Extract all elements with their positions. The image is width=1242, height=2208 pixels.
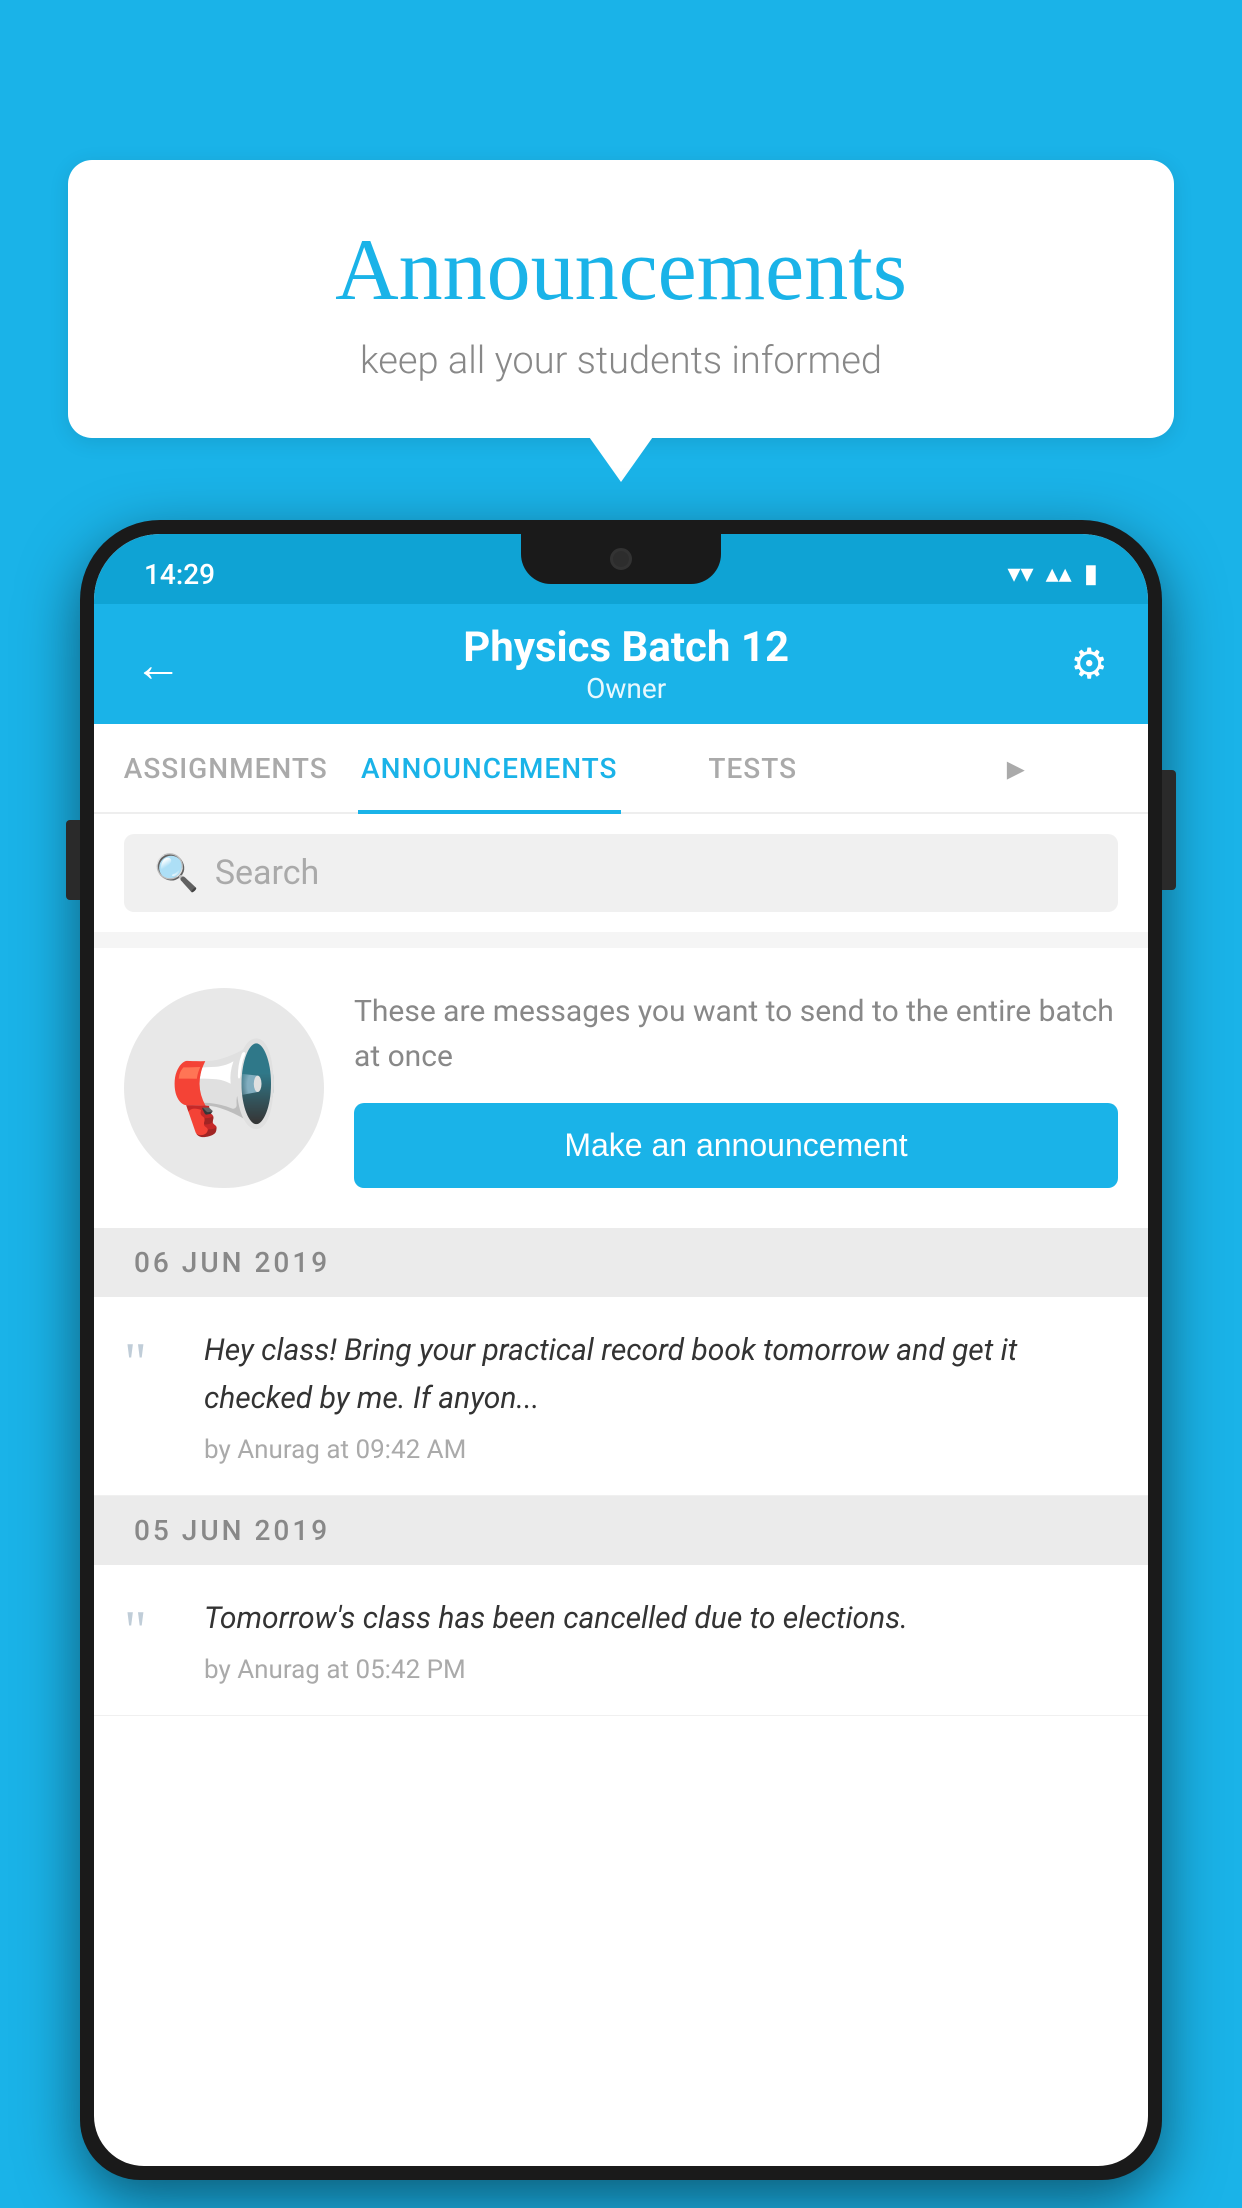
prompt-description: These are messages you want to send to t… (354, 989, 1118, 1079)
status-time: 14:29 (144, 558, 215, 591)
signal-icon: ▴▴ (1046, 559, 1072, 589)
wifi-icon: ▾▾ (1007, 559, 1033, 589)
app-bar-subtitle: Owner (463, 672, 789, 705)
announcement-text-1: Hey class! Bring your practical record b… (204, 1327, 1118, 1423)
search-container: 🔍 Search (94, 814, 1148, 932)
bubble-title: Announcements (148, 220, 1094, 321)
phone-wrapper: 14:29 ▾▾ ▴▴ ▮ ← Physics Batch 12 Owner ⚙ (80, 520, 1162, 2208)
notch-camera (610, 548, 632, 570)
battery-icon: ▮ (1084, 559, 1098, 589)
announcement-prompt: 📢 These are messages you want to send to… (94, 948, 1148, 1228)
status-icons: ▾▾ ▴▴ ▮ (1007, 559, 1098, 589)
tabs-container: ASSIGNMENTS ANNOUNCEMENTS TESTS ▸ (94, 724, 1148, 814)
search-bar[interactable]: 🔍 Search (124, 834, 1118, 912)
announcement-meta-2: by Anurag at 05:42 PM (204, 1655, 1118, 1685)
announcement-meta-1: by Anurag at 09:42 AM (204, 1435, 1118, 1465)
make-announcement-button[interactable]: Make an announcement (354, 1103, 1118, 1188)
megaphone-circle: 📢 (124, 988, 324, 1188)
date-divider-2: 05 JUN 2019 (94, 1496, 1148, 1565)
announcement-content-2: Tomorrow's class has been cancelled due … (204, 1595, 1118, 1685)
megaphone-icon: 📢 (168, 1036, 280, 1141)
back-button[interactable]: ← (134, 636, 182, 693)
announcement-content-1: Hey class! Bring your practical record b… (204, 1327, 1118, 1465)
quote-icon-2: " (124, 1603, 174, 1659)
tab-assignments[interactable]: ASSIGNMENTS (94, 724, 358, 812)
speech-bubble-area: Announcements keep all your students inf… (68, 160, 1174, 438)
app-bar-title: Physics Batch 12 (463, 623, 789, 672)
date-divider-1: 06 JUN 2019 (94, 1228, 1148, 1297)
tab-tests[interactable]: TESTS (621, 724, 885, 812)
tab-more[interactable]: ▸ (885, 724, 1149, 812)
phone-outer: 14:29 ▾▾ ▴▴ ▮ ← Physics Batch 12 Owner ⚙ (80, 520, 1162, 2180)
app-bar-center: Physics Batch 12 Owner (463, 623, 789, 705)
bubble-subtitle: keep all your students informed (148, 339, 1094, 383)
announcement-item-2[interactable]: " Tomorrow's class has been cancelled du… (94, 1565, 1148, 1716)
speech-bubble: Announcements keep all your students inf… (68, 160, 1174, 438)
phone-screen: 14:29 ▾▾ ▴▴ ▮ ← Physics Batch 12 Owner ⚙ (94, 534, 1148, 2166)
announcement-item-1[interactable]: " Hey class! Bring your practical record… (94, 1297, 1148, 1496)
content-area: 🔍 Search 📢 These are messages you want t… (94, 814, 1148, 1716)
prompt-right: These are messages you want to send to t… (354, 989, 1118, 1188)
tab-announcements[interactable]: ANNOUNCEMENTS (358, 724, 622, 812)
app-bar: ← Physics Batch 12 Owner ⚙ (94, 604, 1148, 724)
phone-notch (521, 534, 721, 584)
announcement-text-2: Tomorrow's class has been cancelled due … (204, 1595, 1118, 1643)
quote-icon-1: " (124, 1335, 174, 1391)
search-icon: 🔍 (154, 852, 199, 894)
settings-button[interactable]: ⚙ (1070, 639, 1108, 689)
search-placeholder: Search (215, 853, 319, 893)
